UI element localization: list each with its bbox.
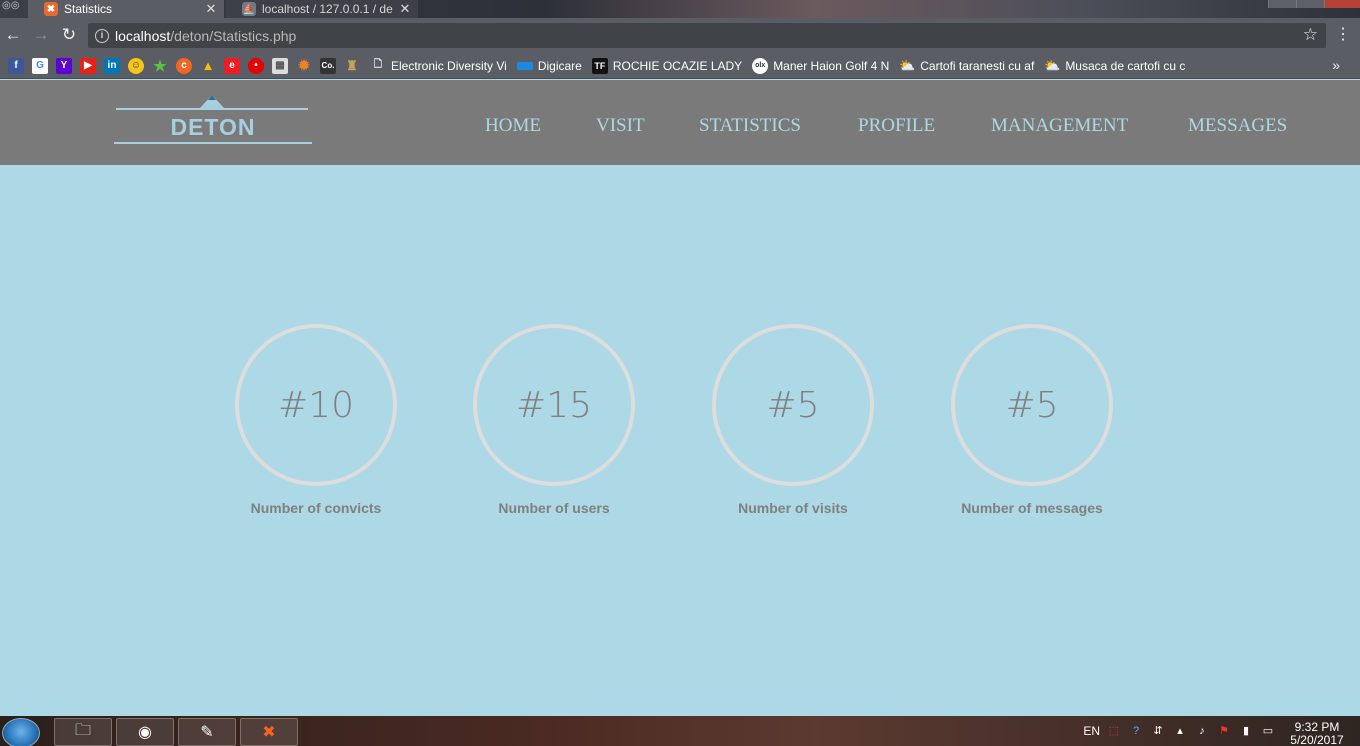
bookmark-label: Cartofi taranesti cu af bbox=[920, 58, 1035, 73]
url-path: /deton/Statistics.php bbox=[170, 27, 297, 44]
taskbar: 🗀 ◉ ✎ ✖ EN ⬚ ? ⇵ ▴ ♪ ⚑ ▮ ▭ 9:32 PM 5/20/… bbox=[0, 716, 1360, 746]
emag-icon[interactable]: e bbox=[224, 57, 240, 74]
linkedin-icon[interactable]: in bbox=[104, 57, 120, 74]
close-window-button[interactable] bbox=[1324, 0, 1360, 8]
digicare-icon bbox=[516, 61, 533, 70]
bookmarks-bar: f G Y ▶ in ☺ ★ c ▲ e • ▦ ✹ Co. ♜ 🗋 Electr… bbox=[0, 53, 1360, 79]
xampp-icon: ✖ bbox=[44, 2, 58, 16]
language-indicator[interactable]: EN bbox=[1083, 724, 1100, 738]
help-icon[interactable]: ? bbox=[1130, 725, 1142, 737]
window-controls bbox=[1268, 0, 1360, 8]
system-tray: EN ⬚ ? ⇵ ▴ ♪ ⚑ ▮ ▭ 9:32 PM 5/20/2017 bbox=[1083, 716, 1360, 746]
main-nav: HOME VISIT STATISTICS PROFILE MANAGEMENT… bbox=[0, 115, 1360, 139]
stat-label: Number of messages bbox=[961, 500, 1103, 516]
power-icon[interactable]: ▭ bbox=[1262, 725, 1274, 737]
tf-icon: TF bbox=[591, 57, 608, 74]
bookmark-maner-haion[interactable]: olx Maner Haion Golf 4 N bbox=[752, 57, 890, 74]
chrome-icon[interactable]: ◉ bbox=[116, 718, 174, 746]
back-icon[interactable]: ← bbox=[3, 25, 23, 45]
recipe-icon: ⛅ bbox=[1044, 57, 1061, 73]
nav-messages[interactable]: MESSAGES bbox=[1188, 115, 1287, 137]
olx-icon: olx bbox=[752, 57, 769, 74]
logo-line bbox=[114, 142, 312, 144]
maximize-button[interactable] bbox=[1296, 0, 1324, 8]
stat-label: Number of users bbox=[498, 500, 610, 516]
browser-tab-strip: ◎◎ ✖ Statistics ✕ ⛵ localhost / 127.0.0.… bbox=[0, 0, 1360, 18]
acrobat-icon[interactable]: ⬚ bbox=[1108, 725, 1120, 737]
minimize-button[interactable] bbox=[1268, 0, 1296, 8]
show-hidden-icons[interactable]: ▴ bbox=[1174, 725, 1186, 737]
recipe-icon: ⛅ bbox=[899, 57, 916, 73]
xampp-icon[interactable]: ✖ bbox=[240, 718, 298, 746]
emoji-icon[interactable]: ☺ bbox=[128, 57, 144, 74]
bookmark-label: Maner Haion Golf 4 N bbox=[773, 58, 890, 73]
stat-value: #15 bbox=[473, 324, 635, 486]
vertical-dots-icon[interactable]: ⋮ bbox=[1335, 25, 1351, 45]
explorer-icon[interactable]: 🗀 bbox=[54, 718, 112, 746]
yahoo-icon[interactable]: Y bbox=[56, 57, 72, 74]
forward-icon[interactable]: → bbox=[31, 25, 51, 45]
star-icon[interactable]: ☆ bbox=[1303, 25, 1318, 45]
sun-icon[interactable]: ✹ bbox=[296, 57, 312, 74]
tab-title: Statistics bbox=[64, 2, 113, 16]
nav-home[interactable]: HOME bbox=[485, 115, 541, 137]
facebook-icon[interactable]: f bbox=[8, 57, 24, 74]
castle-icon[interactable]: ♜ bbox=[344, 58, 360, 74]
co-icon[interactable]: Co. bbox=[320, 57, 336, 74]
bookmark-label: Musaca de cartofi cu c bbox=[1065, 58, 1186, 73]
google-icon[interactable]: G bbox=[32, 57, 48, 74]
bookmark-cartofi-taranesti[interactable]: ⛅ Cartofi taranesti cu af bbox=[899, 58, 1034, 74]
bookmark-digicare[interactable]: Digicare bbox=[516, 58, 582, 73]
clock[interactable]: 9:32 PM 5/20/2017 bbox=[1284, 721, 1350, 746]
signal-icon[interactable]: ▮ bbox=[1240, 725, 1252, 737]
youtube-icon[interactable]: ▶ bbox=[80, 57, 96, 74]
stat-label: Number of convicts bbox=[250, 500, 382, 516]
stat-label: Number of visits bbox=[738, 500, 848, 516]
clock-date: 5/20/2017 bbox=[1290, 733, 1344, 746]
close-tab-icon[interactable]: ✕ bbox=[398, 1, 412, 17]
network-share-icon[interactable]: ⇵ bbox=[1152, 725, 1164, 737]
page-icon: 🗋 bbox=[373, 59, 383, 70]
nav-management[interactable]: MANAGEMENT bbox=[991, 115, 1128, 137]
bookmark-label: Digicare bbox=[537, 58, 582, 73]
logo-line bbox=[116, 108, 308, 110]
tab-statistics[interactable]: ✖ Statistics ✕ bbox=[28, 0, 224, 18]
browser-toolbar: ← → ↻ i localhost/deton/Statistics.php ☆… bbox=[0, 18, 1360, 53]
stat-value: #10 bbox=[235, 324, 397, 486]
url-host: localhost bbox=[115, 27, 171, 44]
vodafone-icon[interactable]: • bbox=[248, 57, 264, 74]
nav-visit[interactable]: VISIT bbox=[596, 115, 645, 137]
clock-time: 9:32 PM bbox=[1294, 720, 1340, 734]
tab-title: localhost / 127.0.0.1 / de bbox=[262, 2, 393, 16]
tab-phpmyadmin[interactable]: ⛵ localhost / 127.0.0.1 / de ✕ bbox=[226, 0, 418, 18]
close-tab-icon[interactable]: ✕ bbox=[204, 1, 218, 17]
circle-orange-icon[interactable]: c bbox=[176, 57, 192, 74]
nav-statistics[interactable]: STATISTICS bbox=[699, 115, 801, 137]
drive-icon[interactable]: ▲ bbox=[200, 58, 216, 74]
nav-profile[interactable]: PROFILE bbox=[858, 115, 935, 137]
window-menu-icon[interactable]: ◎◎ bbox=[2, 0, 22, 14]
flag-icon[interactable]: ⚑ bbox=[1218, 725, 1230, 737]
start-button[interactable] bbox=[2, 718, 40, 746]
bookmark-musaca-de-cartofi[interactable]: ⛅ Musaca de cartofi cu c bbox=[1044, 58, 1185, 74]
bookmark-rochie-ocazie[interactable]: TF ROCHIE OCAZIE LADY bbox=[591, 57, 743, 74]
phpmyadmin-icon: ⛵ bbox=[242, 2, 256, 16]
star-green-icon[interactable]: ★ bbox=[152, 58, 168, 75]
stat-value: #5 bbox=[951, 324, 1113, 486]
mountain-peak-icon bbox=[208, 95, 216, 100]
bookmark-label: Electronic Diversity Vi bbox=[391, 58, 507, 73]
bookmark-electronic-diversity[interactable]: 🗋 Electronic Diversity Vi bbox=[370, 58, 507, 74]
notepad-icon[interactable]: ✎ bbox=[178, 718, 236, 746]
speaker-icon[interactable]: ♪ bbox=[1196, 725, 1208, 737]
site-info-icon[interactable]: i bbox=[95, 28, 109, 43]
grid-icon[interactable]: ▦ bbox=[272, 57, 288, 74]
bookmark-label: ROCHIE OCAZIE LADY bbox=[612, 58, 743, 73]
address-bar[interactable]: i localhost/deton/Statistics.php ☆ bbox=[88, 23, 1326, 48]
more-bookmarks-icon[interactable]: » bbox=[1332, 57, 1340, 73]
statistics-section: #10 Number of convicts #15 Number of use… bbox=[0, 322, 1360, 522]
stat-value: #5 bbox=[712, 324, 874, 486]
reload-icon[interactable]: ↻ bbox=[59, 25, 79, 45]
